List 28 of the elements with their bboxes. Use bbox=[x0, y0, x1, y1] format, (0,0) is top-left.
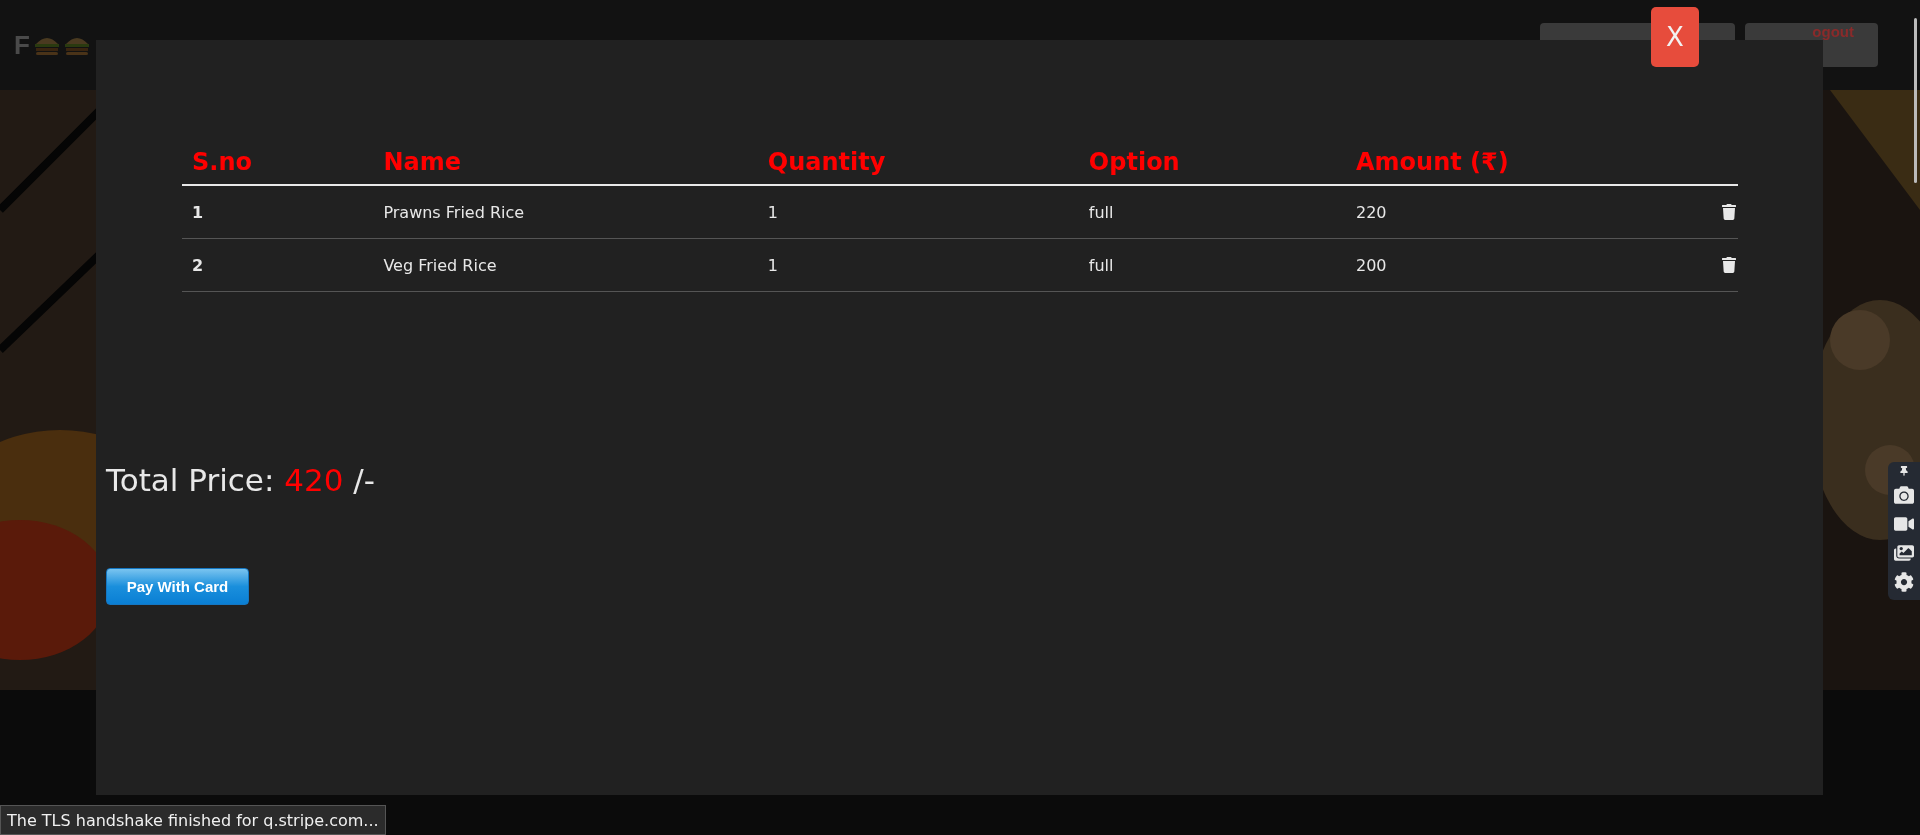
delete-icon[interactable] bbox=[1721, 204, 1737, 220]
table-cell: full bbox=[1078, 238, 1346, 292]
column-header: Quantity bbox=[757, 140, 1079, 185]
scrollbar[interactable] bbox=[1914, 18, 1917, 183]
logo[interactable]: F bbox=[14, 29, 30, 61]
status-bar: The TLS handshake finished for q.stripe.com... bbox=[0, 805, 386, 835]
total-price: Total Price: 420 /- bbox=[106, 462, 376, 498]
table-cell: 200 bbox=[1346, 238, 1665, 292]
table-cell: 2 bbox=[182, 238, 374, 292]
table-cell: 220 bbox=[1346, 185, 1665, 239]
pin-icon[interactable] bbox=[1899, 466, 1909, 476]
table-cell: 1 bbox=[757, 238, 1079, 292]
settings-icon[interactable] bbox=[1894, 572, 1914, 592]
table-cell: Prawns Fried Rice bbox=[373, 185, 758, 239]
column-header: S.no bbox=[182, 140, 374, 185]
video-icon[interactable] bbox=[1894, 514, 1914, 534]
pay-button[interactable]: Pay With Card bbox=[106, 568, 249, 605]
images-icon[interactable] bbox=[1894, 543, 1914, 563]
column-header: Amount (₹) bbox=[1346, 140, 1665, 185]
column-header: Option bbox=[1078, 140, 1346, 185]
table-cell: 1 bbox=[182, 185, 374, 239]
close-button[interactable]: X bbox=[1651, 7, 1699, 67]
table-cell: Veg Fried Rice bbox=[373, 238, 758, 292]
delete-icon[interactable] bbox=[1721, 257, 1737, 273]
column-header: Name bbox=[373, 140, 758, 185]
table-cell: full bbox=[1078, 185, 1346, 239]
camera-icon[interactable] bbox=[1894, 485, 1914, 505]
table-cell: 1 bbox=[757, 185, 1079, 239]
